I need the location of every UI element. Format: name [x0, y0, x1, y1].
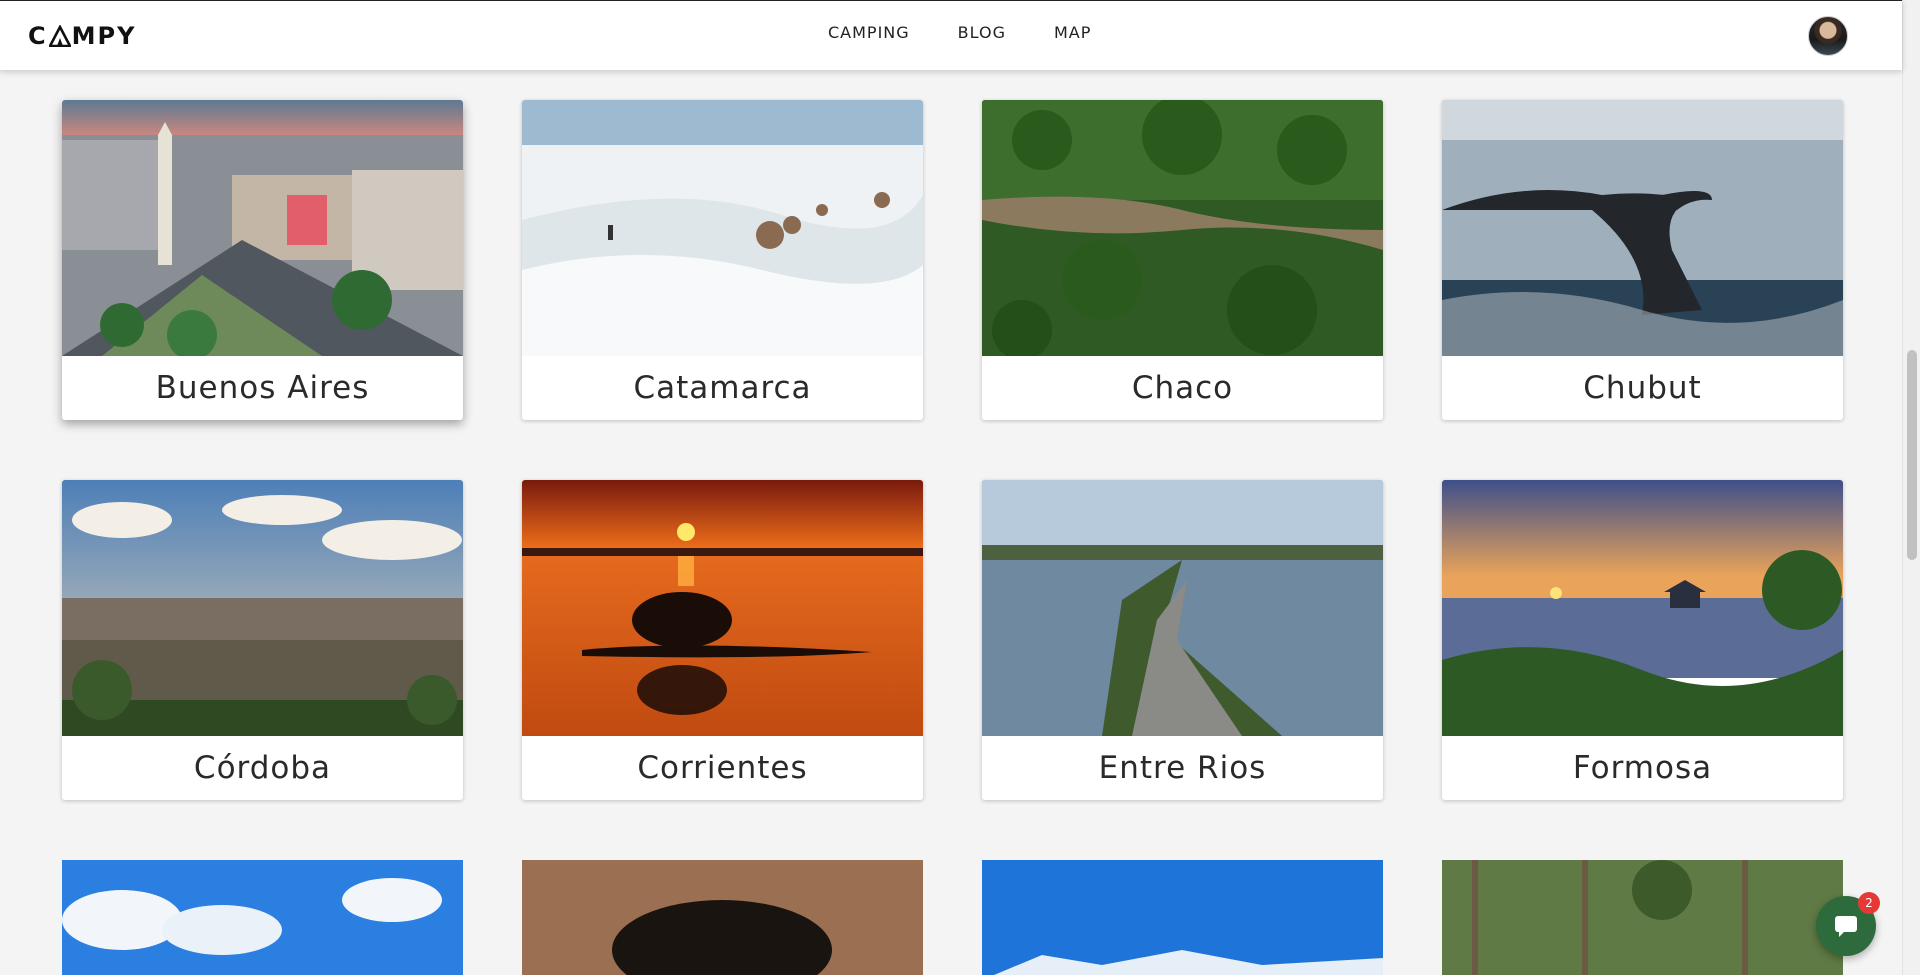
top-navbar: C MPY CAMPING BLOG MAP — [0, 0, 1902, 70]
nav-blog[interactable]: BLOG — [958, 23, 1006, 42]
chat-bubble-icon — [1835, 916, 1857, 937]
province-card-entre-rios[interactable]: Entre Rios — [982, 480, 1383, 800]
notification-badge: 2 — [1858, 892, 1880, 914]
formosa-image — [1442, 480, 1843, 736]
province-card-partial-4[interactable] — [1442, 860, 1843, 975]
province-card-catamarca[interactable]: Catamarca — [522, 100, 923, 420]
chat-button[interactable]: 2 — [1816, 892, 1880, 956]
province-name: Chubut — [1583, 370, 1702, 406]
province-card-partial-1[interactable] — [62, 860, 463, 975]
nav-camping[interactable]: CAMPING — [828, 23, 910, 42]
logo-text-right: MPY — [71, 22, 137, 50]
corrientes-image — [522, 480, 923, 736]
logo-text-left: C — [28, 22, 48, 50]
buenos-aires-image — [62, 100, 463, 356]
user-avatar[interactable] — [1808, 16, 1848, 56]
chubut-image — [1442, 100, 1843, 356]
entre-rios-image — [982, 480, 1383, 736]
province-card-cordoba[interactable]: Córdoba — [62, 480, 463, 800]
province-name: Formosa — [1572, 750, 1713, 786]
chaco-image — [982, 100, 1383, 356]
province-card-partial-3[interactable] — [982, 860, 1383, 975]
province-card-partial-2[interactable] — [522, 860, 923, 975]
partial-image-2 — [522, 860, 923, 975]
province-card-buenos-aires[interactable]: Buenos Aires — [62, 100, 463, 420]
province-name: Córdoba — [193, 750, 332, 786]
main-nav: CAMPING BLOG MAP — [828, 23, 1091, 42]
province-name: Corrientes — [637, 750, 808, 786]
province-card-formosa[interactable]: Formosa — [1442, 480, 1843, 800]
app-frame: C MPY CAMPING BLOG MAP Buenos Aires Cata… — [0, 0, 1920, 975]
scrollbar-thumb[interactable] — [1907, 350, 1917, 560]
partial-image-3 — [982, 860, 1383, 975]
tent-icon — [47, 24, 72, 48]
nav-map[interactable]: MAP — [1054, 23, 1091, 42]
partial-image-4 — [1442, 860, 1843, 975]
province-card-chubut[interactable]: Chubut — [1442, 100, 1843, 420]
province-card-chaco[interactable]: Chaco — [982, 100, 1383, 420]
province-name: Chaco — [1131, 370, 1234, 406]
province-name: Entre Rios — [1098, 750, 1267, 786]
campy-logo[interactable]: C MPY — [28, 19, 136, 53]
province-name: Catamarca — [633, 370, 812, 406]
catamarca-image — [522, 100, 923, 356]
province-name: Buenos Aires — [155, 370, 370, 406]
province-card-corrientes[interactable]: Corrientes — [522, 480, 923, 800]
page-scrollbar[interactable] — [1902, 0, 1920, 975]
partial-image-1 — [62, 860, 463, 975]
cordoba-image — [62, 480, 463, 736]
